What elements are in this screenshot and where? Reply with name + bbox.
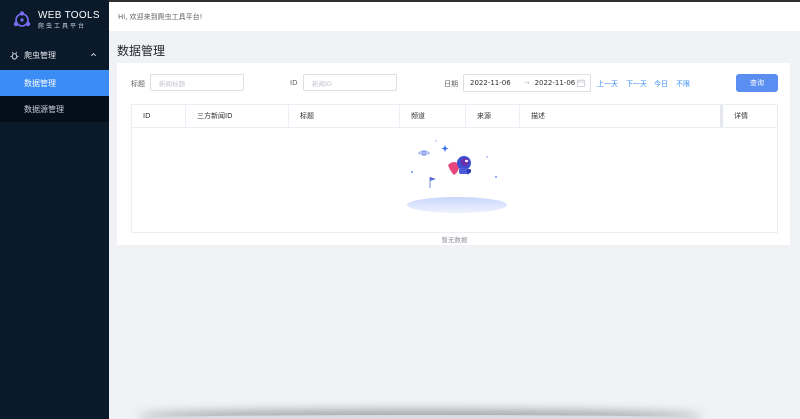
date-end[interactable]: 2022-11-06 — [535, 79, 576, 87]
sidebar-item-label: 数据源管理 — [24, 104, 64, 114]
id-input[interactable]: 新闻ID — [303, 74, 397, 91]
date-range-picker[interactable]: 2022-11-06 → 2022-11-06 — [463, 74, 591, 92]
today-link[interactable]: 今日 — [654, 79, 668, 89]
query-button[interactable]: 查询 — [736, 74, 778, 92]
prev-day-link[interactable]: 上一天 — [597, 79, 618, 89]
submenu: 数据管理 数据源管理 — [0, 70, 109, 122]
column-header-channel[interactable]: 频道 — [400, 105, 466, 127]
sidebar-item-label: 数据管理 — [24, 78, 56, 88]
chevron-up-icon — [91, 53, 96, 57]
bug-icon — [10, 51, 19, 60]
menu-group-label: 爬虫管理 — [24, 50, 56, 60]
date-start[interactable]: 2022-11-06 — [470, 79, 511, 87]
date-separator: → — [523, 79, 530, 87]
column-header-source[interactable]: 来源 — [466, 105, 520, 127]
sidebar-item-data-management[interactable]: 数据管理 — [0, 70, 109, 96]
empty-text: 暂无数据 — [441, 236, 468, 244]
menu-group-crawler[interactable]: 爬虫管理 — [0, 40, 109, 70]
no-limit-link[interactable]: 不限 — [676, 79, 690, 89]
date-filter-label: 日期 — [444, 80, 458, 88]
spider-logo-icon — [13, 11, 31, 27]
greeting-text: Hi, 欢迎来到爬虫工具平台! — [118, 12, 203, 21]
table-header: ID 三方新闻ID 标题 频道 来源 描述 详情 — [132, 105, 777, 128]
header-bar: Hi, 欢迎来到爬虫工具平台! — [109, 0, 800, 31]
empty-astronaut-icon — [407, 140, 507, 213]
window-bottom-edge — [140, 415, 700, 419]
id-filter-label: ID — [290, 79, 298, 87]
brand-title: WEB TOOLS — [38, 9, 100, 21]
page-title: 数据管理 — [117, 44, 166, 58]
title-filter-label: 标题 — [131, 80, 145, 88]
empty-state: 暂无数据 — [132, 129, 777, 244]
calendar-icon — [577, 79, 585, 87]
column-header-third-party-id[interactable]: 三方新闻ID — [186, 105, 289, 127]
column-header-title[interactable]: 标题 — [289, 105, 400, 127]
title-input[interactable]: 新闻标题 — [150, 74, 244, 91]
brand-subtitle: 爬虫工具平台 — [38, 22, 87, 30]
column-header-id[interactable]: ID — [132, 105, 186, 127]
column-header-detail[interactable]: 详情 — [720, 105, 777, 127]
column-header-description[interactable]: 描述 — [520, 105, 720, 127]
next-day-link[interactable]: 下一天 — [626, 79, 647, 89]
data-table: ID 三方新闻ID 标题 频道 来源 描述 详情 暂无数据 — [131, 104, 778, 244]
brand-logo[interactable]: WEB TOOLS 爬虫工具平台 — [0, 0, 109, 40]
sidebar: WEB TOOLS 爬虫工具平台 爬虫管理 数据管理 数据源管理 — [0, 0, 109, 419]
sidebar-item-datasource-management[interactable]: 数据源管理 — [0, 96, 109, 122]
